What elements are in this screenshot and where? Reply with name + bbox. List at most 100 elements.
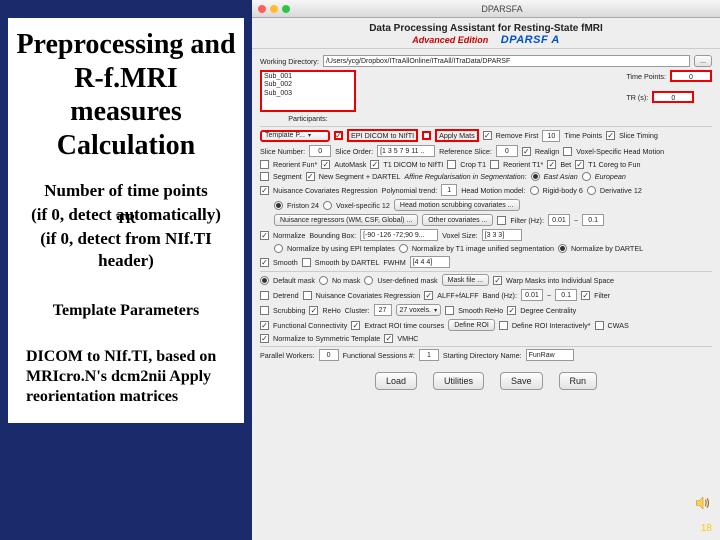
- template-label: Template Parameters: [16, 301, 236, 321]
- nuisance-cov2-checkbox[interactable]: [303, 291, 312, 300]
- func-sess-field[interactable]: 1: [419, 349, 439, 361]
- template-select[interactable]: Template P...: [260, 130, 330, 142]
- edition-label: Advanced Edition: [412, 35, 488, 45]
- reorient-t1-checkbox[interactable]: [490, 160, 499, 169]
- filter-early-checkbox[interactable]: [497, 216, 506, 225]
- band-hi-field[interactable]: 0.1: [555, 289, 577, 301]
- fc-checkbox[interactable]: [260, 321, 269, 330]
- european-radio[interactable]: [582, 172, 591, 181]
- warp-masks-checkbox[interactable]: [493, 276, 502, 285]
- default-mask-radio[interactable]: [260, 276, 269, 285]
- mask-file-button[interactable]: Mask file ...: [442, 274, 489, 286]
- run-button[interactable]: Run: [559, 372, 598, 390]
- poly-trend-field[interactable]: 1: [441, 184, 457, 196]
- crop-t1-checkbox[interactable]: [447, 160, 456, 169]
- extract-roi-checkbox[interactable]: [351, 321, 360, 330]
- slice-number-field[interactable]: 0: [309, 145, 331, 157]
- no-mask-radio[interactable]: [319, 276, 328, 285]
- smooth-dartel-checkbox[interactable]: [302, 258, 311, 267]
- t1-dicom-checkbox[interactable]: [370, 160, 379, 169]
- parallel-field[interactable]: 0: [319, 349, 339, 361]
- remove-first-checkbox[interactable]: [483, 131, 492, 140]
- save-button[interactable]: Save: [500, 372, 543, 390]
- slide-left-panel: Preprocessing and R-f.MRI measures Calcu…: [8, 18, 244, 423]
- slice-order-field[interactable]: [1 3 5 7 9 11 ..: [377, 145, 435, 157]
- bet-checkbox[interactable]: [547, 160, 556, 169]
- norm-epi-radio[interactable]: [274, 244, 283, 253]
- degree-cent-checkbox[interactable]: [507, 306, 516, 315]
- apply-mats-checkbox[interactable]: [422, 131, 431, 140]
- scrubbing-checkbox[interactable]: [260, 306, 269, 315]
- voxel-spec-radio[interactable]: [323, 201, 332, 210]
- dicom-label: DICOM to NIf.TI, based on MRIcro.N's dcm…: [16, 347, 236, 407]
- tr-sub: (if 0, detect from NIf.TI header): [16, 228, 236, 271]
- zoom-icon[interactable]: [282, 5, 290, 13]
- cluster-field[interactable]: 27: [374, 304, 392, 316]
- define-roi-int-checkbox[interactable]: [499, 321, 508, 330]
- reho-checkbox[interactable]: [309, 306, 318, 315]
- epi-dicom-checkbox[interactable]: [334, 131, 343, 140]
- segment-checkbox[interactable]: [260, 172, 269, 181]
- page-number: 18: [701, 523, 712, 534]
- hm-deriv-radio[interactable]: [587, 186, 596, 195]
- hm-cov-button[interactable]: Head motion scrubbing covariates ...: [394, 199, 520, 211]
- bb-field[interactable]: [-90 -126 -72;90 9...: [360, 229, 438, 241]
- user-mask-radio[interactable]: [364, 276, 373, 285]
- band-lo-field[interactable]: 0.01: [521, 289, 543, 301]
- norm-t1-radio[interactable]: [399, 244, 408, 253]
- hm-rigid-radio[interactable]: [530, 186, 539, 195]
- working-dir-label: Working Directory:: [260, 57, 319, 66]
- browse-button[interactable]: ...: [694, 55, 712, 67]
- titlebar[interactable]: DPARSFA: [252, 0, 720, 18]
- vmhc-checkbox[interactable]: [384, 334, 393, 343]
- friston-radio[interactable]: [274, 201, 283, 210]
- voxel-field[interactable]: [3 3 3]: [482, 229, 522, 241]
- t1-coreg-checkbox[interactable]: [575, 160, 584, 169]
- nuisance-wm-button[interactable]: Nuisance regressors (WM, CSF, Global) ..…: [274, 214, 418, 226]
- remove-first-field[interactable]: 10: [542, 130, 560, 142]
- detrend-checkbox[interactable]: [260, 291, 269, 300]
- window-title: DPARSFA: [290, 4, 714, 14]
- filter-checkbox[interactable]: [581, 291, 590, 300]
- app-header-title: Data Processing Assistant for Resting-St…: [252, 23, 720, 34]
- tr-field[interactable]: 0: [652, 91, 694, 103]
- filter-lo-field[interactable]: 0.01: [548, 214, 570, 226]
- new-segment-checkbox[interactable]: [306, 172, 315, 181]
- define-roi-button[interactable]: Define ROI: [448, 319, 495, 331]
- nuisance-cov-checkbox[interactable]: [260, 186, 269, 195]
- utilities-button[interactable]: Utilities: [433, 372, 484, 390]
- ref-slice-field[interactable]: 0: [496, 145, 518, 157]
- smooth-reho-checkbox[interactable]: [445, 306, 454, 315]
- slice-timing-checkbox[interactable]: [606, 131, 615, 140]
- east-asian-radio[interactable]: [531, 172, 540, 181]
- participants-label: Participants:: [288, 114, 328, 123]
- voxels-select[interactable]: 27 voxels.: [396, 304, 442, 316]
- smooth-checkbox[interactable]: [260, 258, 269, 267]
- norm-dartel-radio[interactable]: [558, 244, 567, 253]
- start-dir-field[interactable]: FunRaw: [526, 349, 574, 361]
- filter-hi-field[interactable]: 0.1: [582, 214, 604, 226]
- slide-title: Preprocessing and R-f.MRI measures Calcu…: [16, 28, 236, 162]
- minimize-icon[interactable]: [270, 5, 278, 13]
- tr-label-app: TR (s):: [626, 93, 648, 102]
- app-window: DPARSFA Data Processing Assistant for Re…: [252, 0, 720, 540]
- fwhm-field[interactable]: [4 4 4]: [410, 256, 450, 268]
- norm-symm-checkbox[interactable]: [260, 334, 269, 343]
- alff-checkbox[interactable]: [424, 291, 433, 300]
- close-icon[interactable]: [258, 5, 266, 13]
- app-header: Data Processing Assistant for Resting-St…: [252, 18, 720, 46]
- participants-list[interactable]: Sub_001 Sub_002 Sub_003: [260, 70, 356, 112]
- reorient-fun-checkbox[interactable]: [260, 160, 269, 169]
- speaker-icon: [694, 494, 712, 512]
- time-points-field[interactable]: 0: [670, 70, 712, 82]
- logo-text: DPARSF A: [501, 34, 560, 46]
- other-cov-button[interactable]: Other covariates ...: [422, 214, 493, 226]
- cwas-checkbox[interactable]: [595, 321, 604, 330]
- working-dir-field[interactable]: /Users/ycg/Dropbox/ITraAllOnline/ITraAll…: [323, 55, 690, 67]
- load-button[interactable]: Load: [375, 372, 417, 390]
- tp-label: Number of time points: [16, 180, 236, 201]
- normalize-checkbox[interactable]: [260, 231, 269, 240]
- automask-checkbox[interactable]: [321, 160, 330, 169]
- voxel-hm-checkbox[interactable]: [563, 147, 572, 156]
- realign-checkbox[interactable]: [522, 147, 531, 156]
